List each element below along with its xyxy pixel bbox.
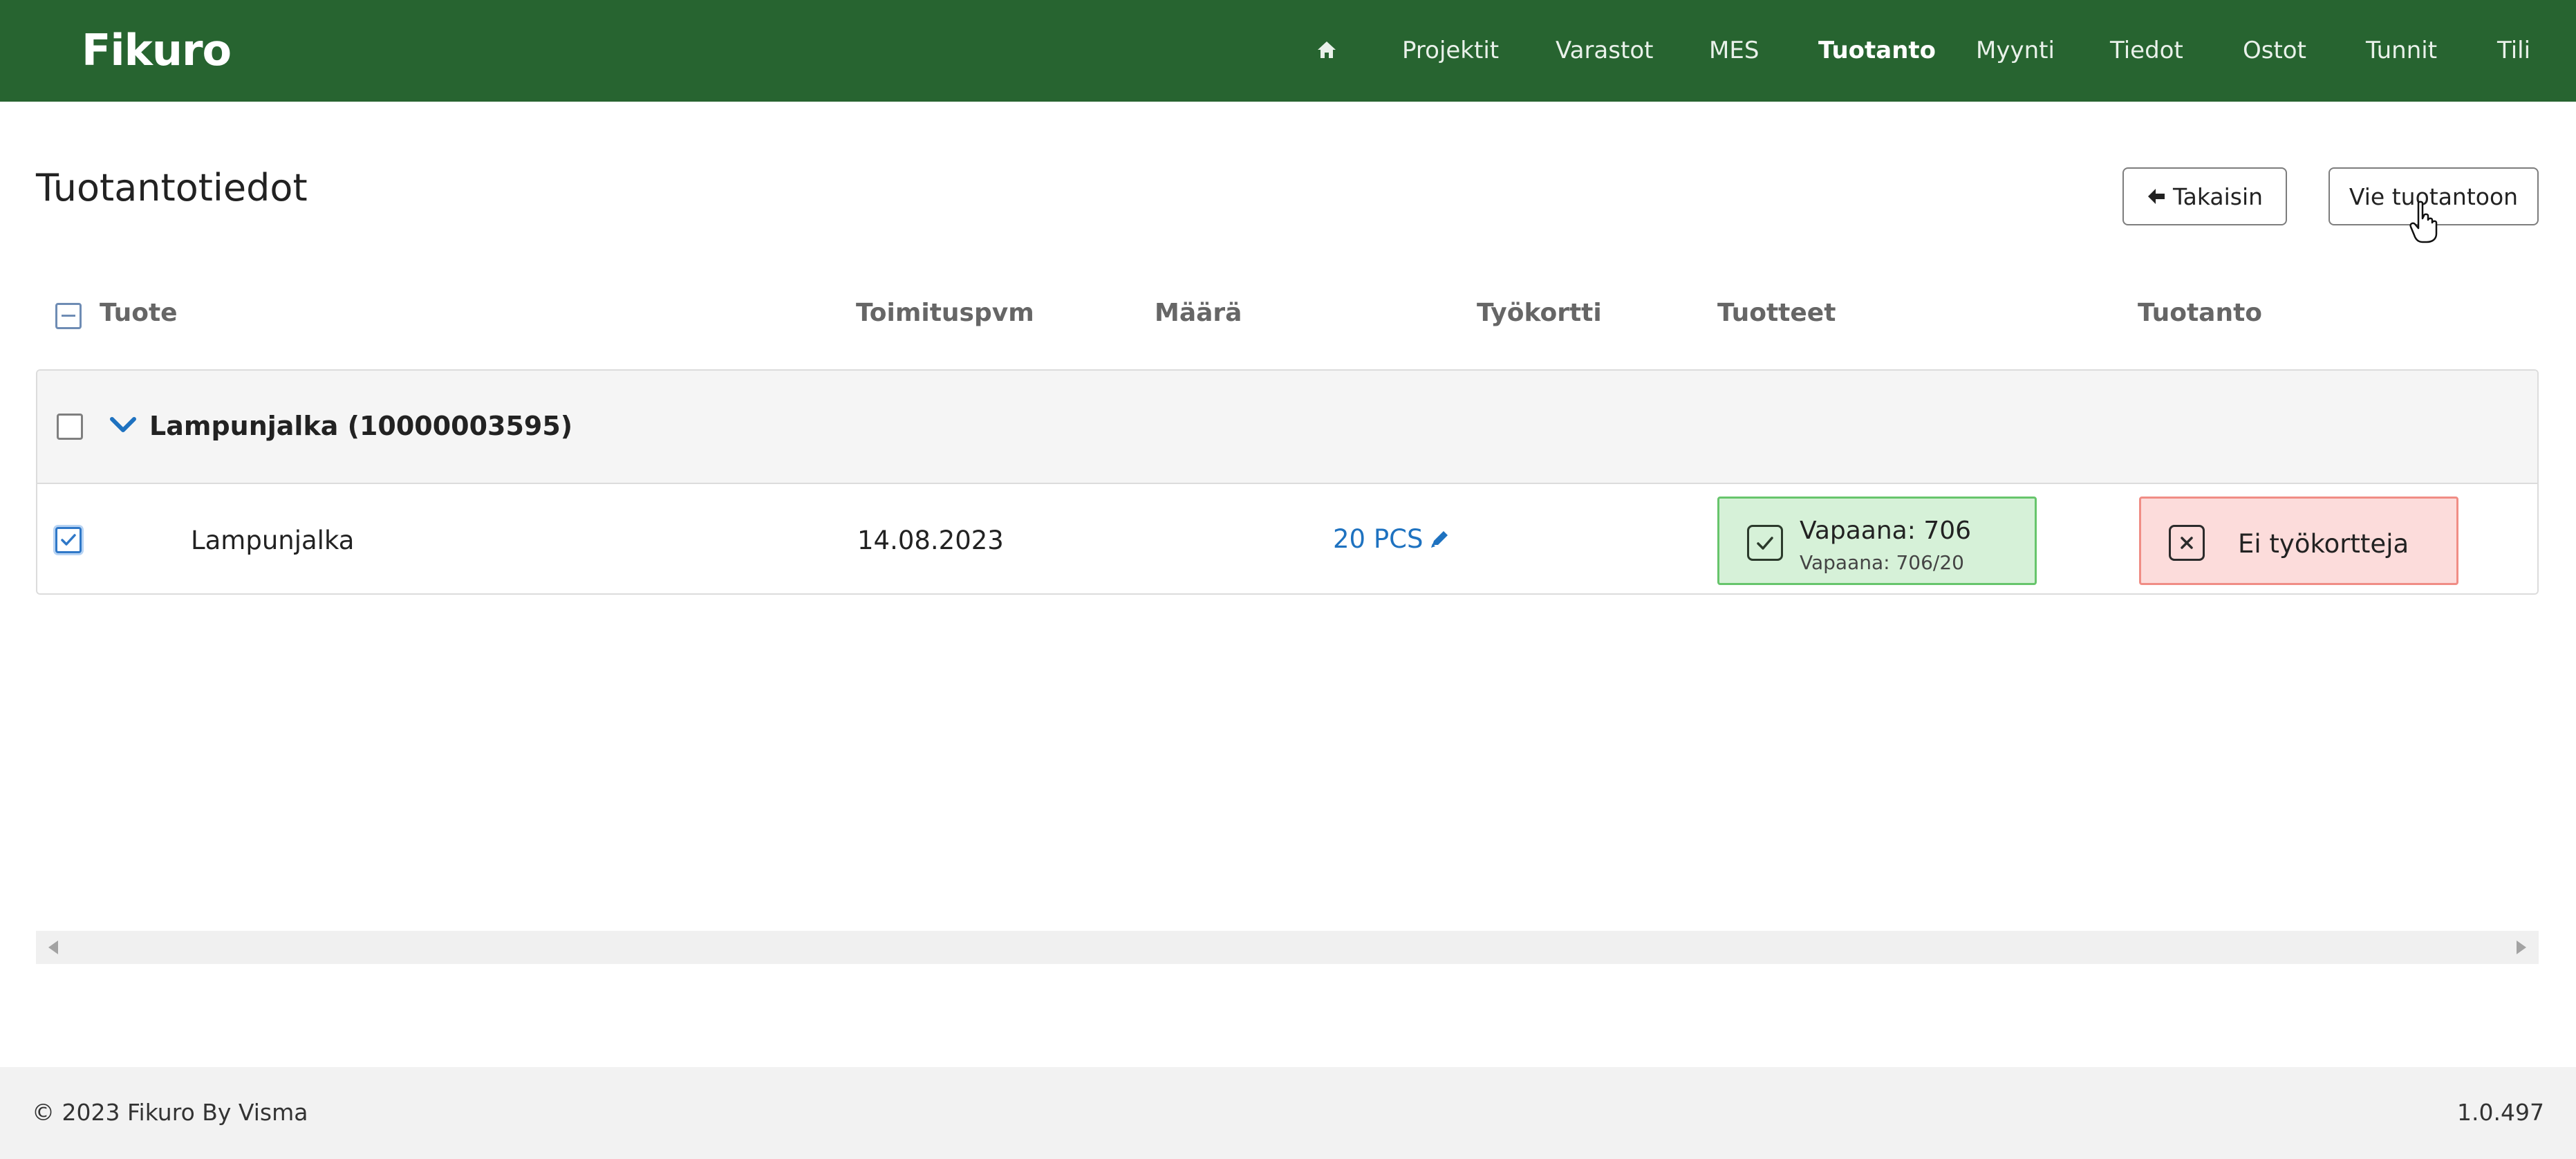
column-header-maara[interactable]: Määrä: [1155, 299, 1242, 327]
pencil-icon: [1431, 530, 1448, 548]
nav-tiedot[interactable]: Tiedot: [2110, 0, 2183, 102]
home-icon[interactable]: [1316, 40, 1337, 59]
column-header-tuotanto[interactable]: Tuotanto: [2138, 299, 2262, 327]
table-group-row[interactable]: Lampunjalka (10000003595): [37, 371, 2537, 484]
products-status-badge[interactable]: Vapaana: 706 Vapaana: 706/20: [1717, 497, 2037, 585]
x-icon: [2169, 525, 2205, 561]
table-row[interactable]: Lampunjalka 14.08.2023 20 PCS Vapaana: 7…: [37, 485, 2537, 593]
nav-projektit[interactable]: Projektit: [1402, 0, 1499, 102]
checkmark-icon: [61, 534, 76, 546]
production-status-text: Ei työkortteja: [2238, 529, 2409, 559]
footer-copyright: © 2023 Fikuro By Visma: [32, 1099, 308, 1126]
scroll-left-arrow-icon[interactable]: [48, 940, 58, 954]
nav-tuotanto[interactable]: Tuotanto: [1818, 0, 1936, 102]
column-header-toimituspvm[interactable]: Toimituspvm: [856, 299, 1034, 327]
column-header-tuote[interactable]: Tuote: [100, 299, 178, 327]
footer-version: 1.0.497: [2457, 1099, 2544, 1126]
hand-cursor-icon: [2409, 201, 2438, 243]
products-status-title: Vapaana: 706: [1800, 517, 1972, 545]
check-icon: [1747, 525, 1783, 561]
scroll-right-arrow-icon[interactable]: [2517, 940, 2526, 954]
group-checkbox[interactable]: [57, 414, 83, 440]
row-quantity-edit[interactable]: 20 PCS: [1333, 524, 1450, 554]
back-button-label: Takaisin: [2172, 183, 2264, 210]
back-button[interactable]: Takaisin: [2122, 167, 2287, 225]
row-delivery-date: 14.08.2023: [857, 526, 1004, 555]
row-checkbox[interactable]: [55, 527, 82, 553]
select-all-checkbox[interactable]: [55, 303, 82, 329]
products-status-detail: Vapaana: 706/20: [1800, 551, 1964, 574]
column-header-tuotteet[interactable]: Tuotteet: [1717, 299, 1836, 327]
app-logo[interactable]: Fikuro: [82, 25, 232, 75]
production-table: Lampunjalka (10000003595) Lampunjalka 14…: [36, 369, 2539, 595]
nav-tunnit[interactable]: Tunnit: [2366, 0, 2437, 102]
group-label: Lampunjalka (10000003595): [149, 411, 573, 441]
chevron-down-icon[interactable]: [109, 414, 137, 437]
arrow-left-icon: [2147, 189, 2165, 204]
column-header-tyokortti[interactable]: Työkortti: [1477, 299, 1602, 327]
top-navbar: Fikuro Projektit Varastot MES Tuotanto M…: [0, 0, 2576, 102]
nav-myynti[interactable]: Myynti: [1976, 0, 2055, 102]
horizontal-scrollbar[interactable]: [36, 931, 2539, 964]
nav-varastot[interactable]: Varastot: [1556, 0, 1653, 102]
production-status-badge[interactable]: Ei työkortteja: [2139, 497, 2458, 585]
nav-mes[interactable]: MES: [1709, 0, 1759, 102]
nav-ostot[interactable]: Ostot: [2243, 0, 2306, 102]
nav-tili[interactable]: Tili: [2497, 0, 2530, 102]
row-quantity: 20 PCS: [1333, 524, 1424, 554]
page-title: Tuotantotiedot: [36, 166, 308, 210]
row-product-name: Lampunjalka: [191, 526, 355, 555]
footer: © 2023 Fikuro By Visma 1.0.497: [0, 1067, 2576, 1159]
